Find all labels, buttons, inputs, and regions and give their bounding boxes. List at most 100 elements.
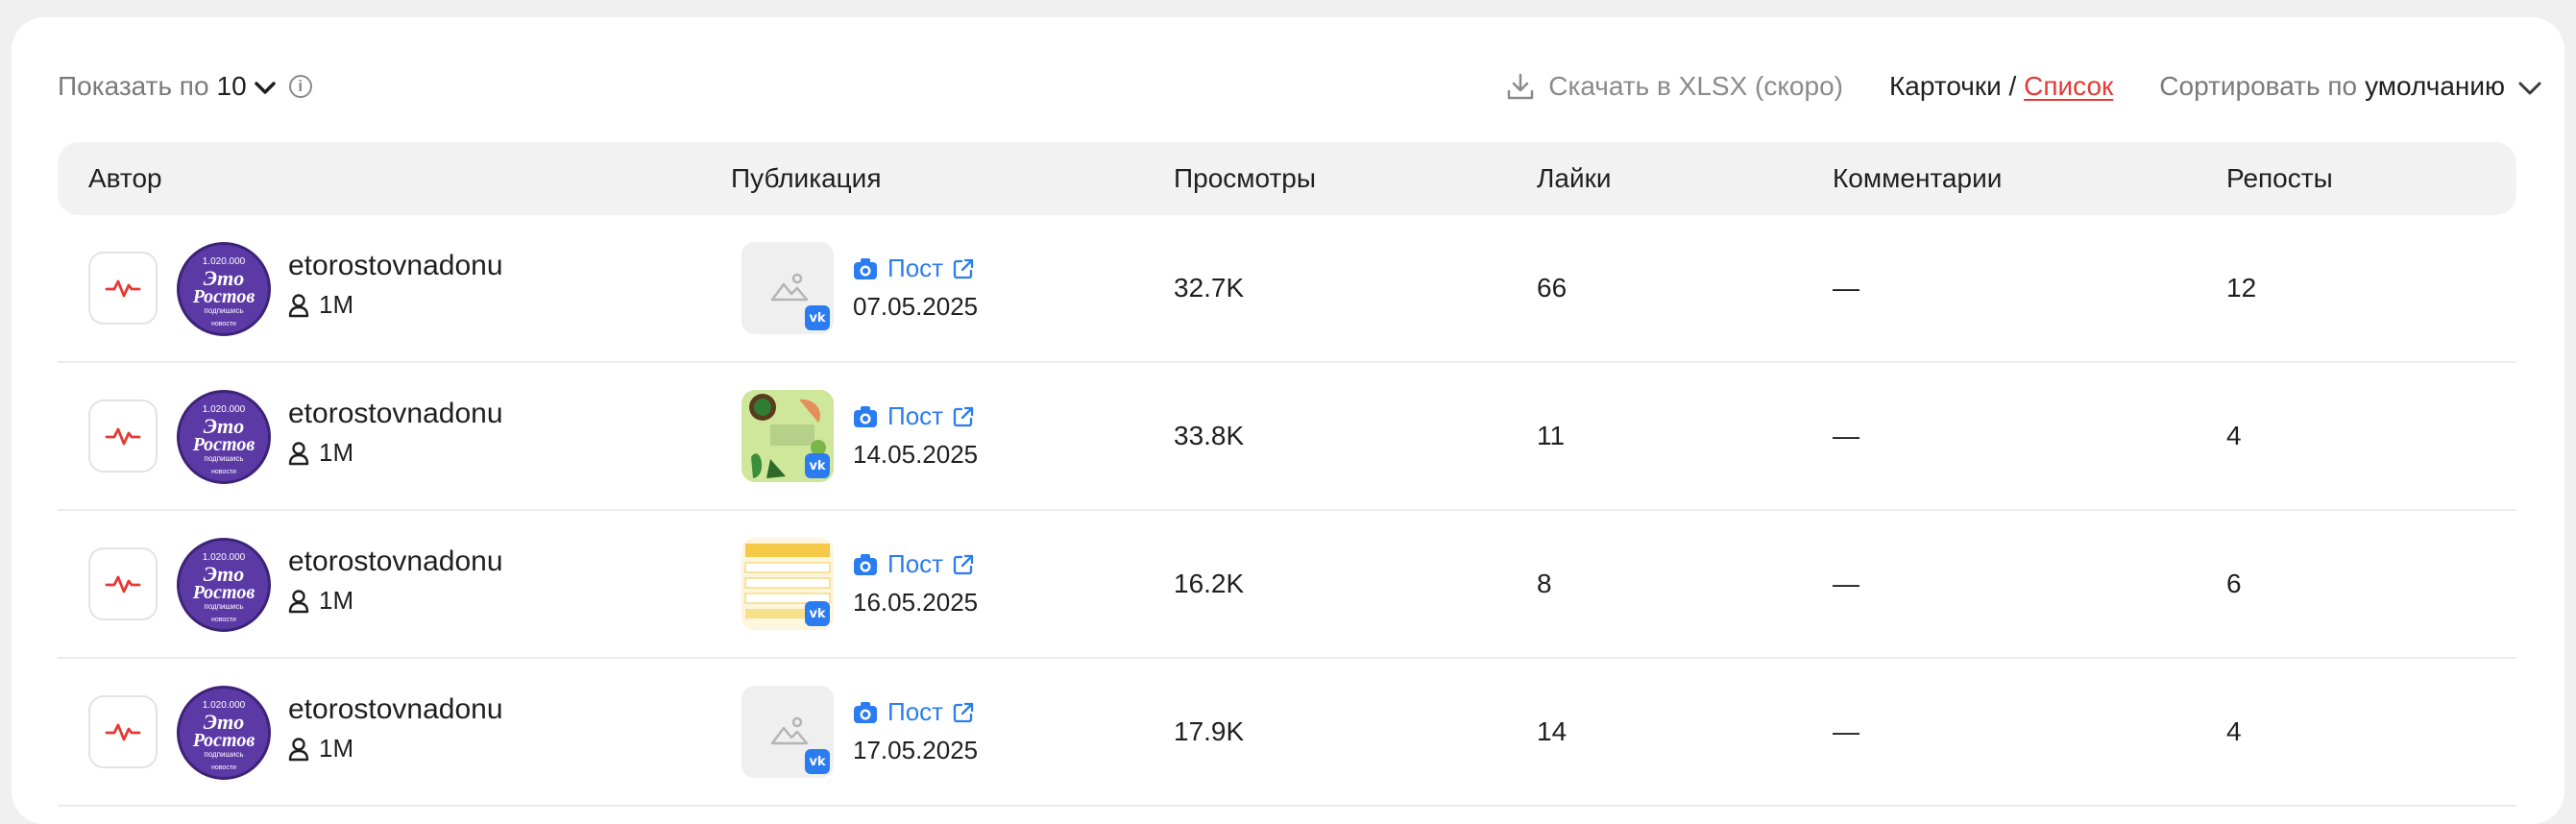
column-header-publication[interactable]: Публикация	[731, 142, 881, 215]
avatar[interactable]: 1.020.000 Этo Ростов подпишись новости	[177, 242, 271, 336]
sort-label: Сортировать по	[2159, 71, 2358, 101]
page-size-selector[interactable]: Показать по 10 i	[58, 67, 312, 106]
vk-icon: vk	[805, 453, 830, 478]
reposts-value: 4	[2226, 716, 2242, 746]
svg-text:Ростов: Ростов	[192, 434, 255, 455]
download-icon	[1507, 73, 1534, 100]
likes-value: 14	[1537, 716, 1567, 746]
content-card: Показать по 10 i Скачать в XLSX (скоро) …	[12, 17, 2564, 824]
likes-value: 11	[1537, 421, 1566, 450]
post-thumbnail[interactable]: vk	[741, 390, 834, 482]
download-xlsx-button[interactable]: Скачать в XLSX (скоро)	[1506, 71, 1843, 102]
vk-icon: vk	[805, 749, 830, 774]
stats-button[interactable]	[88, 547, 158, 620]
svg-text:подпишись: подпишись	[204, 454, 243, 463]
views-value: 17.9K	[1174, 716, 1245, 746]
views-value: 16.2K	[1174, 569, 1245, 598]
camera-icon	[854, 553, 877, 575]
activity-icon	[105, 575, 141, 594]
info-icon[interactable]: i	[288, 75, 312, 98]
svg-text:новости: новости	[211, 617, 236, 623]
comments-value: —	[1833, 273, 1859, 303]
followers-count: 1M	[288, 290, 353, 320]
camera-icon	[854, 405, 877, 427]
stats-button[interactable]	[88, 252, 158, 325]
followers-count: 1M	[288, 734, 353, 763]
author-name[interactable]: etorostovnadonu	[288, 250, 503, 282]
vk-icon: vk	[805, 305, 830, 330]
post-link[interactable]: Пост	[853, 549, 974, 579]
reposts-value: 12	[2226, 273, 2257, 303]
post-link[interactable]: Пост	[853, 401, 974, 431]
column-header-comments[interactable]: Комментарии	[1833, 142, 2002, 215]
svg-text:новости: новости	[211, 469, 236, 475]
comments-value: —	[1833, 569, 1859, 598]
followers-count: 1M	[288, 586, 353, 616]
activity-icon	[105, 427, 141, 446]
post-link[interactable]: Пост	[853, 697, 974, 727]
column-header-likes[interactable]: Лайки	[1537, 142, 1611, 215]
followers-count: 1M	[288, 438, 353, 468]
post-date: 17.05.2025	[853, 736, 979, 764]
avatar[interactable]: 1.020.000 Этo Ростов подпишись новости	[177, 538, 271, 632]
avatar[interactable]: 1.020.000 Этo Ростов подпишись новости	[177, 686, 271, 780]
author-name[interactable]: etorostovnadonu	[288, 398, 503, 430]
column-header-reposts[interactable]: Репосты	[2226, 142, 2333, 215]
reposts-value: 4	[2226, 421, 2242, 450]
post-thumbnail[interactable]: vk	[741, 242, 834, 334]
table-row: 1.020.000 Этo Ростов подпишись новости e…	[58, 363, 2516, 511]
table-row: 1.020.000 Этo Ростов подпишись новости e…	[58, 659, 2516, 807]
post-date: 07.05.2025	[853, 292, 979, 321]
table-row: 1.020.000 Этo Ростов подпишись новости e…	[58, 215, 2516, 363]
view-list-link[interactable]: Список	[2024, 71, 2113, 101]
avatar[interactable]: 1.020.000 Этo Ростов подпишись новости	[177, 390, 271, 484]
user-icon	[288, 737, 309, 761]
post-link[interactable]: Пост	[853, 254, 974, 283]
reposts-value: 6	[2226, 569, 2242, 598]
author-name[interactable]: etorostovnadonu	[288, 545, 503, 578]
view-toggle: Карточки / Список	[1889, 71, 2113, 102]
svg-text:подпишись: подпишись	[204, 750, 243, 759]
view-cards-link[interactable]: Карточки	[1889, 71, 2002, 101]
activity-icon	[105, 279, 141, 298]
svg-text:Ростов: Ростов	[192, 286, 255, 307]
activity-icon	[105, 723, 141, 741]
table-row: 1.020.000 Этo Ростов подпишись новости e…	[58, 511, 2516, 659]
comments-value: —	[1833, 421, 1859, 450]
external-link-icon	[953, 258, 974, 279]
toolbar: Показать по 10 i Скачать в XLSX (скоро) …	[12, 17, 2564, 152]
author-name[interactable]: etorostovnadonu	[288, 693, 503, 726]
download-label: Скачать в XLSX (скоро)	[1548, 71, 1843, 101]
external-link-icon	[953, 554, 974, 574]
chevron-down-icon[interactable]	[254, 71, 276, 102]
user-icon	[288, 293, 309, 317]
page-size-value[interactable]: 10	[217, 71, 247, 102]
camera-icon	[854, 257, 877, 279]
post-thumbnail[interactable]: vk	[741, 538, 834, 630]
stats-button[interactable]	[88, 695, 158, 768]
column-header-views[interactable]: Просмотры	[1174, 142, 1316, 215]
svg-text:Ростов: Ростов	[192, 582, 255, 603]
stats-button[interactable]	[88, 400, 158, 473]
post-date: 16.05.2025	[853, 588, 979, 617]
svg-text:подпишись: подпишись	[204, 306, 243, 315]
svg-text:Ростов: Ростов	[192, 730, 255, 751]
chevron-down-icon[interactable]	[2518, 71, 2541, 102]
svg-text:подпишись: подпишись	[204, 602, 243, 611]
external-link-icon	[953, 406, 974, 426]
views-value: 32.7K	[1174, 273, 1245, 303]
likes-value: 66	[1537, 273, 1567, 303]
camera-icon	[854, 701, 877, 723]
sort-selector[interactable]: Сортировать по умолчанию	[2159, 71, 2541, 102]
post-thumbnail[interactable]: vk	[741, 686, 834, 778]
column-header-author[interactable]: Автор	[88, 142, 162, 215]
view-separator: /	[2001, 71, 2025, 101]
table-header: Автор Публикация Просмотры Лайки Коммент…	[58, 142, 2516, 215]
user-icon	[288, 441, 309, 465]
views-value: 33.8K	[1174, 421, 1245, 450]
likes-value: 8	[1537, 569, 1552, 598]
post-date: 14.05.2025	[853, 440, 979, 469]
svg-text:новости: новости	[211, 321, 236, 327]
user-icon	[288, 589, 309, 613]
vk-icon: vk	[805, 601, 830, 626]
